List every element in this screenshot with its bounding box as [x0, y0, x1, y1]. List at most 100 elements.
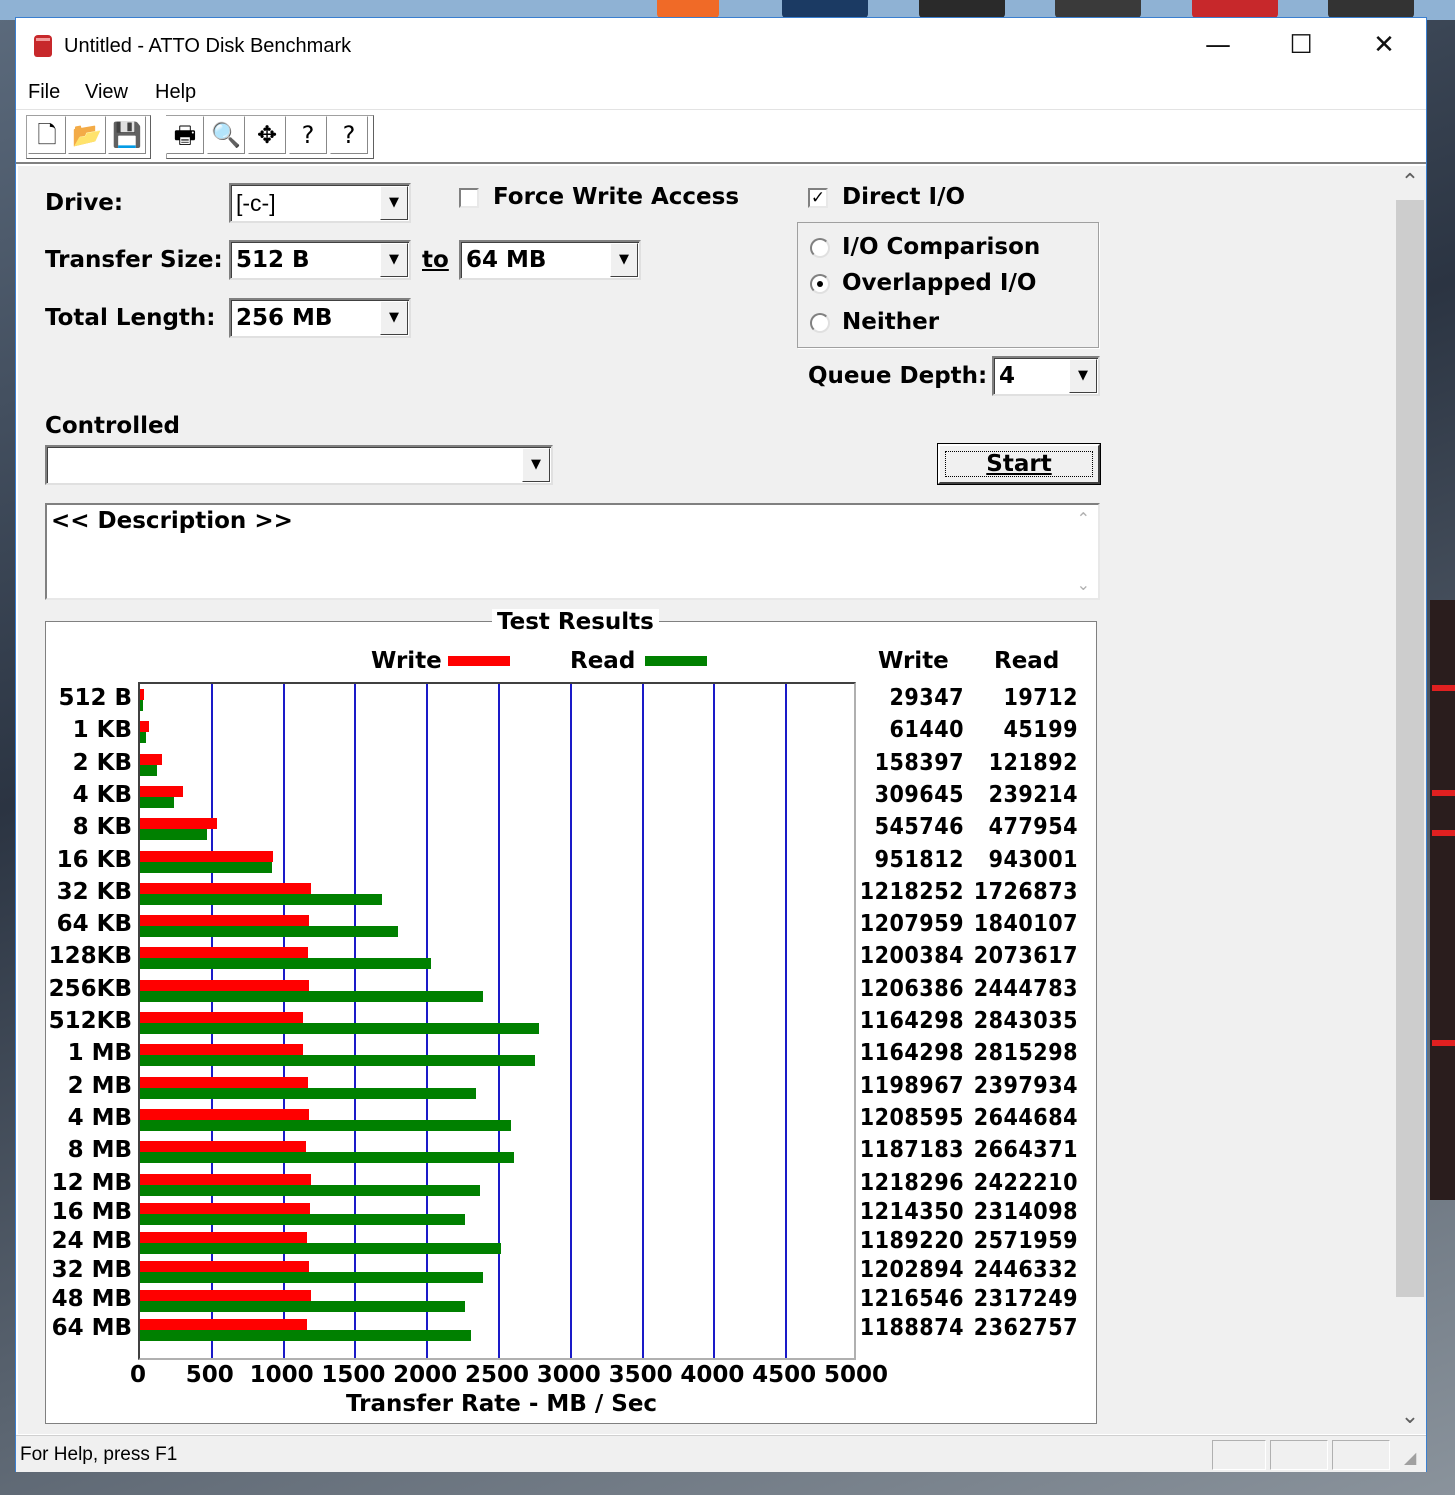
io-comparison-label[interactable]: I/O Comparison [842, 234, 1040, 260]
chevron-down-icon[interactable]: ▼ [380, 301, 408, 335]
write-bar [140, 947, 309, 959]
print-icon[interactable]: 🖶 [166, 116, 204, 154]
new-file-icon[interactable]: 🗋 [28, 116, 66, 154]
context-help-icon[interactable]: ? [330, 116, 368, 154]
chevron-down-icon[interactable]: ▼ [380, 186, 408, 220]
controlled-label: Controlled [45, 413, 181, 439]
neither-label[interactable]: Neither [842, 309, 939, 335]
legend-read-label: Read [570, 648, 636, 674]
io-comparison-radio[interactable] [810, 238, 830, 258]
drive-select[interactable]: [-c-] ▼ [229, 183, 411, 223]
status-pane [1212, 1440, 1266, 1470]
x-tick-label: 4000 [680, 1362, 745, 1388]
scroll-down-icon[interactable]: ⌄ [1077, 575, 1090, 594]
scroll-up-icon[interactable]: ⌃ [1394, 166, 1426, 200]
read-bar [140, 958, 431, 970]
transfer-to-value: 64 MB [466, 247, 547, 273]
read-bar [140, 1184, 480, 1196]
status-bar: For Help, press F1 ◢ [16, 1435, 1426, 1472]
gridline [498, 684, 500, 1358]
write-bar [140, 753, 163, 765]
read-column-header: Read [994, 648, 1060, 674]
title-bar[interactable]: Untitled - ATTO Disk Benchmark — ☐ ✕ [16, 18, 1426, 74]
category-label: 12 MB [51, 1169, 132, 1196]
read-bar [140, 1152, 514, 1164]
atto-app-icon[interactable] [34, 35, 52, 57]
read-value: 477954 [988, 814, 1078, 841]
resize-grip-icon[interactable]: ◢ [1404, 1448, 1416, 1467]
write-value: 1189220 [859, 1227, 964, 1254]
write-bar [140, 850, 274, 862]
read-bar [140, 1329, 472, 1341]
read-bar [140, 861, 273, 873]
scroll-thumb[interactable] [1396, 200, 1424, 1297]
drive-label: Drive: [45, 190, 124, 216]
x-tick-label: 1500 [321, 1362, 386, 1388]
write-value: 1208595 [859, 1104, 964, 1131]
minimize-button[interactable]: — [1196, 26, 1240, 66]
x-axis-label: Transfer Rate - MB / Sec [346, 1391, 658, 1417]
chevron-down-icon[interactable]: ▼ [610, 243, 638, 277]
category-label: 1 KB [72, 717, 132, 744]
category-label: 16 MB [51, 1198, 132, 1225]
category-label: 8 KB [72, 814, 132, 841]
open-folder-icon[interactable]: 📂 [68, 116, 106, 154]
read-bar [140, 1300, 465, 1312]
transfer-to-select[interactable]: 64 MB ▼ [459, 240, 641, 280]
write-bar [140, 818, 217, 830]
write-bar [140, 1231, 307, 1243]
controlled-select[interactable]: ▼ [45, 445, 553, 485]
desktop-app-icon [657, 0, 719, 18]
menu-file[interactable]: File [28, 81, 60, 104]
overlapped-io-label[interactable]: Overlapped I/O [842, 270, 1036, 296]
results-title: Test Results [492, 609, 659, 635]
menu-help[interactable]: Help [155, 81, 196, 104]
category-label: 512 B [58, 685, 132, 711]
description-textarea[interactable]: << Description >> ⌃ ⌄ [45, 503, 1100, 600]
menu-view[interactable]: View [85, 81, 128, 104]
direct-io-checkbox[interactable]: ✓ [808, 188, 828, 208]
start-button[interactable]: Start [938, 444, 1100, 484]
print-preview-icon[interactable]: 🔍 [207, 116, 245, 154]
close-button[interactable]: ✕ [1362, 26, 1406, 66]
read-value: 2422210 [973, 1169, 1078, 1196]
read-bar [140, 1119, 511, 1131]
read-value: 2444783 [973, 975, 1078, 1002]
transfer-from-value: 512 B [236, 247, 310, 273]
chevron-down-icon[interactable]: ▼ [522, 448, 550, 482]
vertical-scrollbar[interactable]: ⌃ ⌄ [1394, 166, 1426, 1434]
total-length-select[interactable]: 256 MB ▼ [229, 298, 411, 338]
transfer-from-select[interactable]: 512 B ▼ [229, 240, 411, 280]
to-label: to [422, 247, 449, 273]
chevron-down-icon[interactable]: ▼ [380, 243, 408, 277]
x-tick-label: 0 [129, 1362, 146, 1388]
status-pane [1332, 1440, 1390, 1470]
scroll-down-icon[interactable]: ⌄ [1394, 1400, 1426, 1434]
gridline [641, 684, 644, 1358]
overlapped-io-radio[interactable] [810, 274, 830, 294]
category-label: 64 MB [51, 1314, 132, 1341]
read-value: 2446332 [973, 1256, 1078, 1283]
read-value: 2314098 [973, 1198, 1078, 1225]
queue-depth-select[interactable]: 4 ▼ [992, 356, 1100, 396]
write-value: 29347 [889, 685, 964, 711]
window-title: Untitled - ATTO Disk Benchmark [64, 35, 352, 57]
read-value: 121892 [988, 749, 1078, 776]
neither-radio[interactable] [810, 313, 830, 333]
gridline [713, 684, 716, 1358]
force-write-checkbox[interactable] [459, 188, 479, 208]
move-arrows-icon[interactable]: ✥ [248, 116, 286, 154]
menu-bar: File View Help [16, 74, 1426, 110]
maximize-button[interactable]: ☐ [1279, 26, 1323, 66]
write-bar [140, 882, 311, 894]
write-value: 1214350 [859, 1198, 964, 1225]
save-disk-icon[interactable]: 💾 [108, 116, 146, 154]
chevron-down-icon[interactable]: ▼ [1069, 359, 1097, 393]
force-write-label[interactable]: Force Write Access [493, 184, 739, 210]
x-tick-label: 3000 [536, 1362, 601, 1388]
help-question-icon[interactable]: ? [289, 116, 327, 154]
gridline [426, 684, 429, 1358]
write-bar [140, 1044, 304, 1056]
direct-io-label[interactable]: Direct I/O [842, 184, 965, 210]
scroll-up-icon[interactable]: ⌃ [1077, 509, 1090, 528]
